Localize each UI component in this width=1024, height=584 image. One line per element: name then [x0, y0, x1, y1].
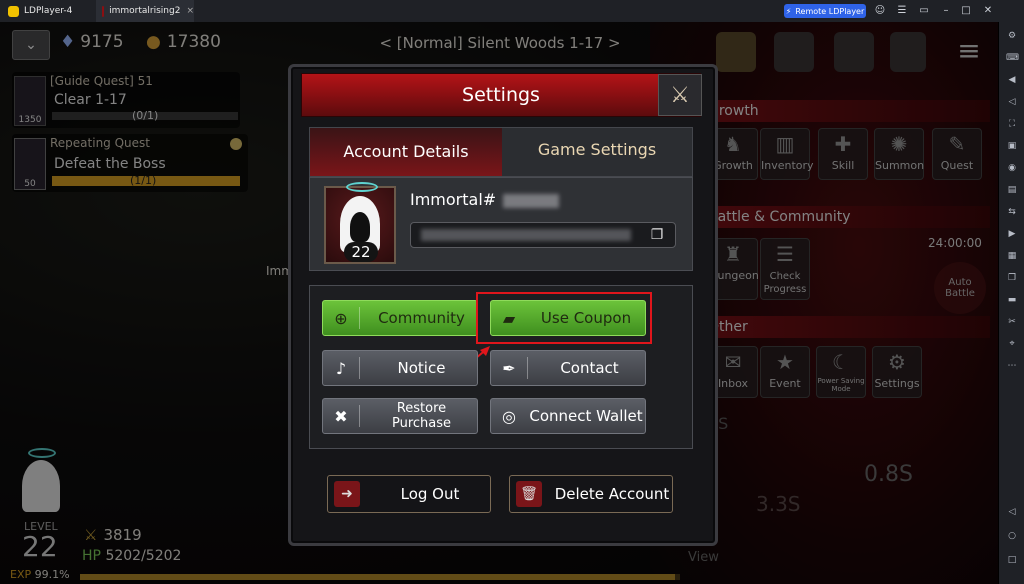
bell-icon: ♪ [335, 358, 347, 378]
back-icon[interactable]: ◁ [1006, 506, 1018, 518]
button-label: Connect Wallet [529, 407, 643, 425]
coupon-highlight-box [476, 292, 652, 344]
emulator-tab-ldplayer[interactable]: LDPlayer-4 [8, 0, 72, 22]
connect-wallet-button[interactable]: ◎ Connect Wallet [490, 398, 646, 434]
tab-game-settings[interactable]: Game Settings [502, 128, 692, 172]
volume-up-icon[interactable]: ◀ [1006, 74, 1018, 86]
separator [359, 405, 360, 427]
minimize-small-icon[interactable]: ▭ [918, 4, 930, 18]
wallet-icon: ◎ [502, 406, 516, 426]
macro-icon[interactable]: ✂ [1006, 316, 1018, 328]
button-label: Delete Account [554, 485, 670, 503]
separator [359, 357, 360, 379]
account-actions-panel: ⊕ Community ▰ Use Coupon ♪ Notice ✒ Cont… [309, 285, 693, 449]
notice-button[interactable]: ♪ Notice [322, 350, 478, 386]
community-button[interactable]: ⊕ Community [322, 300, 478, 336]
button-label: Restore Purchase [391, 401, 452, 431]
sync-icon[interactable]: ⇆ [1006, 206, 1018, 218]
profile-card: 22 Immortal# ❐ [309, 177, 693, 271]
settings-tabs: Account Details Game Settings [309, 127, 693, 177]
settings-dialog: Settings ⚔ Account Details Game Settings… [288, 64, 718, 546]
game-app-icon [102, 5, 105, 17]
home-icon[interactable]: ○ [1006, 530, 1018, 542]
close-icon[interactable]: ✕ [982, 4, 994, 18]
remote-label: Remote LDPlayer [795, 6, 865, 16]
screenshot-icon[interactable]: ▣ [1006, 140, 1018, 152]
menu-icon[interactable]: ☰ [896, 4, 908, 18]
separator [359, 307, 360, 329]
button-label: Contact [560, 359, 619, 377]
tab-label: immortalrising2 [109, 6, 181, 16]
ldplayer-logo-icon [8, 5, 19, 17]
more-icon[interactable]: ⋯ [1006, 360, 1018, 372]
face-shadow [350, 212, 370, 242]
user-id-field[interactable]: ❐ [410, 222, 676, 248]
fullscreen-icon[interactable]: ⛶ [1006, 118, 1018, 130]
player-name: Immortal# [410, 190, 497, 209]
emulator-titlebar: LDPlayer-4 immortalrising2 × ⚡ Remote LD… [0, 0, 1024, 23]
apk-icon[interactable]: ▤ [1006, 184, 1018, 196]
redacted-user-id [421, 229, 631, 241]
restore-purchase-button[interactable]: ✖ Restore Purchase [322, 398, 478, 434]
copy-icon[interactable]: ❐ [645, 226, 669, 244]
tab-close-icon[interactable]: × [186, 6, 194, 16]
remote-icon: ⚡ [785, 6, 792, 16]
halo-icon [346, 182, 378, 192]
video-icon[interactable]: ▶ [1006, 228, 1018, 240]
emulator-sidebar: ⚙ ⌨ ◀ ◁ ⛶ ▣ ◉ ▤ ⇆ ▶ ▦ ❐ ▬ ✂ ⌖ ⋯ ◁ ○ □ [998, 22, 1024, 584]
account-icon[interactable]: ☺ [874, 4, 886, 18]
location-icon[interactable]: ⌖ [1006, 338, 1018, 350]
globe-icon: ⊕ [334, 308, 348, 328]
tab-label: LDPlayer-4 [24, 6, 73, 16]
emulator-tab-game[interactable]: immortalrising2 × [96, 0, 194, 22]
keyboard-icon[interactable]: ⌨ [1006, 52, 1019, 64]
tab-account-details[interactable]: Account Details [310, 128, 502, 176]
button-label: Notice [397, 359, 446, 377]
delete-account-button[interactable]: 🗑 Delete Account [509, 475, 673, 513]
settings-icon[interactable]: ⚙ [1006, 30, 1018, 42]
crossed-swords-close-icon: ⚔ [670, 82, 690, 108]
recent-icon[interactable]: □ [1006, 554, 1018, 566]
contact-button[interactable]: ✒ Contact [490, 350, 646, 386]
dialog-close-button[interactable]: ⚔ [658, 74, 702, 116]
remote-ldplayer-button[interactable]: ⚡ Remote LDPlayer [784, 4, 866, 18]
file-icon[interactable]: ▦ [1006, 250, 1018, 262]
separator [527, 357, 528, 379]
maximize-icon[interactable]: □ [960, 4, 972, 18]
dialog-title: Settings [462, 84, 540, 106]
button-label: Log Out [400, 485, 460, 503]
player-avatar: 22 [324, 182, 396, 264]
volume-down-icon[interactable]: ◁ [1006, 96, 1018, 108]
avatar-level-badge: 22 [344, 242, 378, 262]
feather-icon: ✒ [502, 358, 516, 378]
button-label: Community [378, 309, 465, 327]
logout-icon: ➜ [334, 481, 360, 507]
wrench-icon: ✖ [334, 406, 348, 426]
log-out-button[interactable]: ➜ Log Out [327, 475, 491, 513]
minimize-icon[interactable]: – [940, 4, 952, 18]
folder-icon[interactable]: ▬ [1006, 294, 1018, 306]
trash-icon: 🗑 [516, 481, 542, 507]
dialog-header: Settings ⚔ [301, 73, 702, 117]
redacted-name-suffix [503, 194, 559, 208]
copy-icon[interactable]: ❐ [1006, 272, 1018, 284]
record-icon[interactable]: ◉ [1006, 162, 1018, 174]
